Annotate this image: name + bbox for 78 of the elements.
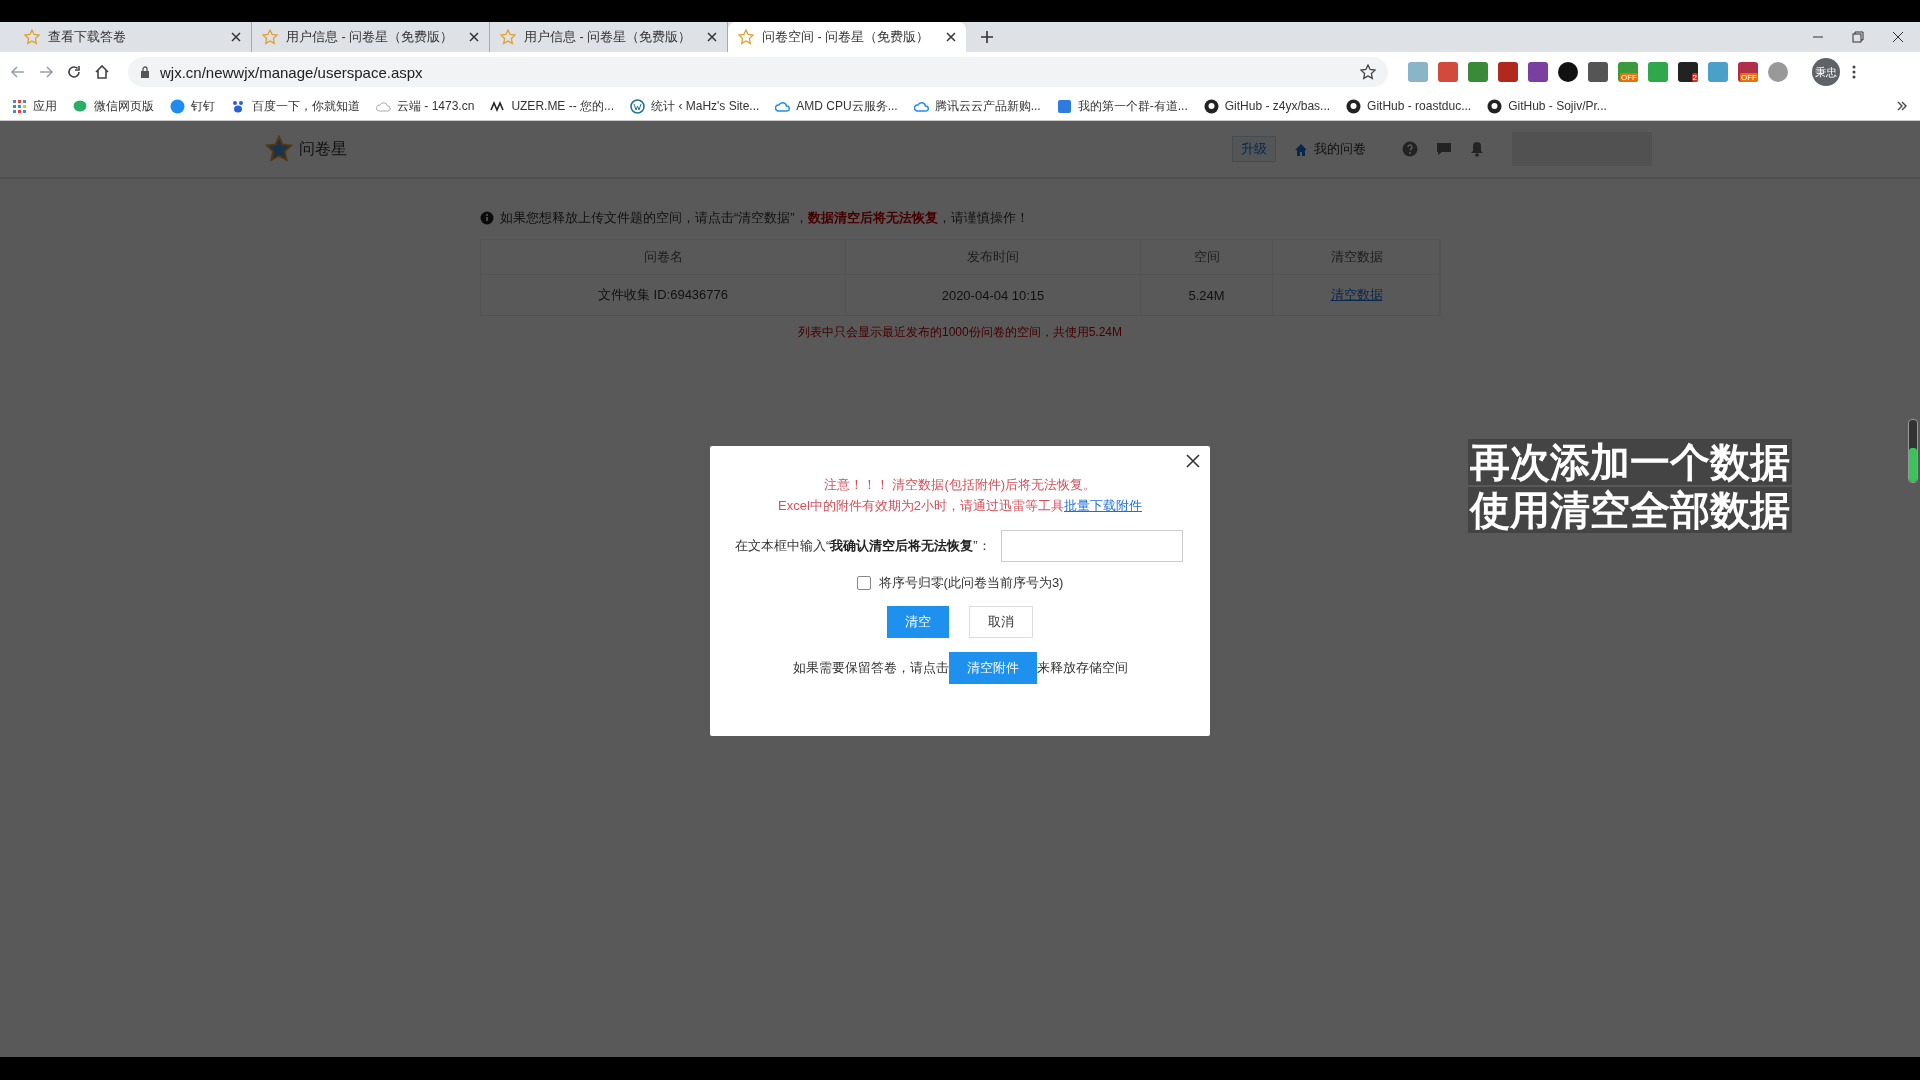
more-bookmarks-icon[interactable] [1896,100,1908,112]
checkbox-label: 将序号归零(此问卷当前序号为3) [878,574,1064,592]
close-icon[interactable] [707,32,717,42]
close-icon[interactable] [1186,454,1200,468]
reload-icon[interactable] [66,64,82,80]
star-icon [738,29,754,45]
profile-avatar[interactable]: 秉忠 [1812,58,1840,86]
download-link[interactable]: 批量下载附件 [1064,498,1142,513]
bookmark[interactable]: GitHub - Sojiv/Pr... [1487,98,1607,114]
column-header: 发布时间 [846,240,1141,275]
logo-text: 问卷星 [299,138,347,159]
bookmark[interactable]: 腾讯云云产品新购... [913,97,1041,115]
bookmark-icon [1203,98,1219,114]
bookmark-icon [170,98,185,114]
bookmark[interactable]: GitHub - z4yx/bas... [1203,98,1331,114]
cancel-button[interactable]: 取消 [969,606,1033,638]
apps-grid-icon [12,98,27,114]
menu-icon[interactable] [1852,65,1856,79]
home-icon [1294,142,1308,156]
forward-icon[interactable] [38,64,54,80]
restore-icon[interactable] [1852,31,1864,43]
bookmark-icon [231,98,246,114]
bookmark[interactable]: 微信网页版 [73,97,154,115]
bell-icon[interactable] [1470,141,1484,157]
bookmark-icon [1056,98,1072,114]
address-field[interactable]: wjx.cn/newwjx/manage/userspace.aspx [128,57,1388,87]
message-icon[interactable] [1436,141,1452,157]
hint-text: 如果需要保留答卷，请点击 [792,659,949,677]
bookmark[interactable]: AMD CPU云服务... [775,97,898,115]
extension-icon[interactable]: 2 [1678,62,1698,82]
home-icon[interactable] [94,64,110,80]
bookmark-icon [1487,98,1503,114]
checkbox[interactable] [856,576,871,590]
confirm-input-field[interactable] [1000,530,1183,562]
caption-text: 再次添加一个数据 [1468,439,1792,485]
caption-text: 使用清空全部数据 [1468,487,1792,533]
logo-icon [265,135,293,163]
table-cell: 2020-04-04 10:15 [846,275,1141,315]
bookmark[interactable]: 我的第一个群-有道... [1056,97,1188,115]
browser-tab[interactable]: 问卷空间 - 问卷星（免费版） [728,22,966,52]
info-icon [480,211,494,225]
warning-text: 注意！！！ 清空数据(包括附件)后将无法恢复。 [823,476,1097,494]
star-icon [24,29,40,45]
lock-icon [140,66,150,78]
confirm-label: 在文本框中输入“我确认清空后将无法恢复”： [735,537,991,555]
extension-badge: OFF [1740,73,1758,82]
extension-icon[interactable] [1558,62,1578,82]
bookmark-icon [73,98,88,114]
close-icon[interactable] [469,32,479,42]
extension-badge: OFF [1620,73,1638,82]
footnote-text: 列表中只会显示最近发布的1000份问卷的空间，共使用5.24M [796,324,1123,341]
bookmark[interactable]: 钉钉 [170,97,215,115]
star-icon [262,29,278,45]
notice-text: 如果您想释放上传文件题的空间，请点击“清空数据”，数据清空后将无法恢复，请谨慎操作！ [500,209,1029,227]
table-cell: 5.24M [1141,275,1273,315]
close-icon[interactable] [946,32,956,42]
bookmark-icon [1346,98,1362,114]
close-icon[interactable] [1892,31,1904,43]
column-header: 问卷名 [481,240,846,275]
column-header: 空间 [1141,240,1273,275]
new-tab-icon[interactable] [980,30,994,44]
column-header: 清空数据 [1273,240,1441,275]
close-icon[interactable] [231,32,241,42]
bookmark[interactable]: GitHub - roastduc... [1346,98,1472,114]
extension-badge: 2 [1691,73,1698,82]
bookmark[interactable]: 统计 ‹ MaHz's Site... [630,97,760,115]
bookmark[interactable]: 应用 [12,97,57,115]
table-cell: 文件收集 ID:69436776 [481,275,846,315]
back-icon[interactable] [10,64,26,80]
bookmark[interactable]: 百度一下，你就知道 [231,97,360,115]
bookmark[interactable]: 云端 - 1473.cn [376,97,475,115]
star-icon [500,29,516,45]
bookmark-star-icon[interactable] [1360,64,1376,80]
bookmark-icon [630,98,646,114]
warning-text: Excel中的附件有效期为2小时，请通过迅雷等工具 [778,498,1064,513]
help-icon[interactable] [1402,141,1418,157]
hint-text: 来释放存储空间 [1036,659,1128,677]
bookmark[interactable]: UZER.ME -- 您的... [490,97,615,115]
